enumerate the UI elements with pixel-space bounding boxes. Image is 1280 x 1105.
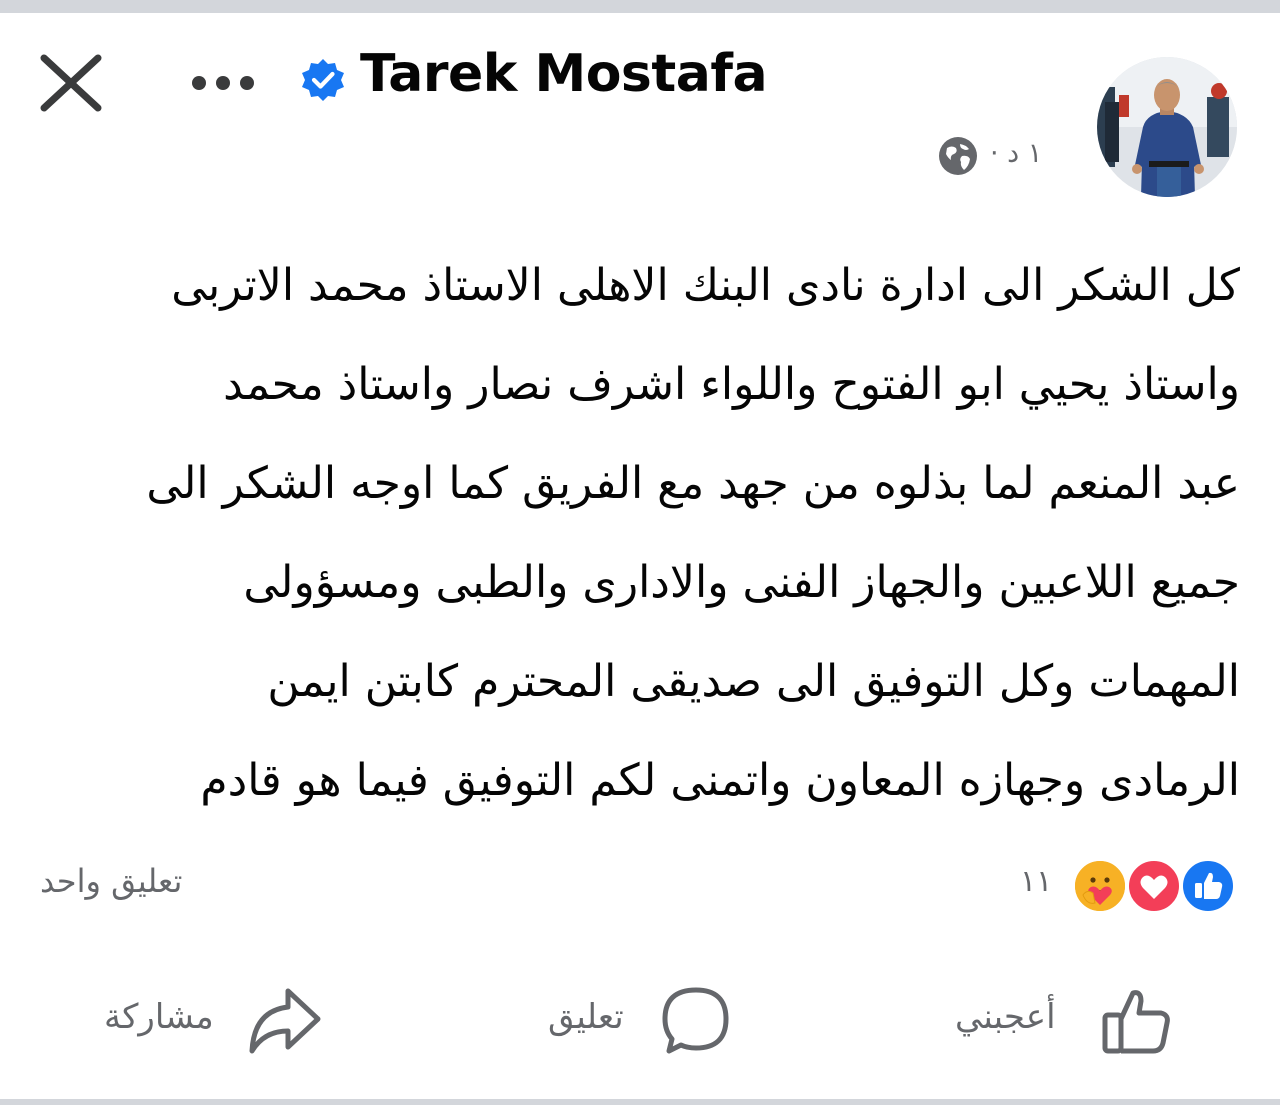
- thumbs-up-icon: [1102, 990, 1170, 1054]
- post-text-line: عبد المنعم لما بذلوه من جهد مع الفريق كم…: [146, 458, 1240, 509]
- avatar[interactable]: [1097, 57, 1237, 197]
- more-options-button[interactable]: [188, 68, 258, 98]
- reaction-count: ١١: [1020, 864, 1053, 899]
- post-text-line: الرمادى وجهازه المعاون واتمنى لكم التوفي…: [200, 755, 1240, 806]
- close-button[interactable]: [38, 52, 104, 114]
- top-divider: [0, 0, 1280, 13]
- bottom-divider: [0, 1099, 1280, 1105]
- like-button-label: أعجبني: [955, 997, 1056, 1037]
- love-reaction-icon: [1126, 858, 1182, 914]
- like-reaction-icon: [1180, 858, 1236, 914]
- post-body: كل الشكر الى ادارة نادى البنك الاهلى الا…: [78, 236, 1240, 830]
- comment-button[interactable]: تعليق: [548, 985, 733, 1057]
- share-button[interactable]: مشاركة: [104, 985, 324, 1057]
- post-text-line: المهمات وكل التوفيق الى صديقى المحترم كا…: [267, 656, 1240, 707]
- post-timestamp[interactable]: ١ د ·: [990, 138, 1042, 169]
- comment-count[interactable]: تعليق واحد: [40, 862, 182, 900]
- post-text-line: واستاذ يحيي ابو الفتوح واللواء اشرف نصار…: [223, 359, 1240, 410]
- post-text-line: جميع اللاعبين والجهاز الفنى والادارى وال…: [243, 557, 1240, 608]
- like-button[interactable]: أعجبني: [955, 985, 1175, 1057]
- post-meta: ١ د ·: [938, 134, 1078, 178]
- verified-badge-icon: [302, 59, 344, 101]
- comment-button-label: تعليق: [548, 997, 624, 1037]
- share-arrow-icon: [249, 988, 321, 1054]
- globe-icon: [939, 137, 977, 175]
- post-text-line: كل الشكر الى ادارة نادى البنك الاهلى الا…: [171, 260, 1240, 311]
- author-name[interactable]: Tarek Mostafa: [360, 44, 768, 104]
- reactions-summary[interactable]: ١١: [1020, 856, 1240, 918]
- more-options-icon: [192, 76, 254, 90]
- avatar-image: [1097, 57, 1237, 197]
- care-reaction-icon: [1072, 858, 1128, 914]
- close-icon: [40, 54, 102, 112]
- share-button-label: مشاركة: [104, 997, 214, 1037]
- speech-bubble-icon: [662, 987, 729, 1054]
